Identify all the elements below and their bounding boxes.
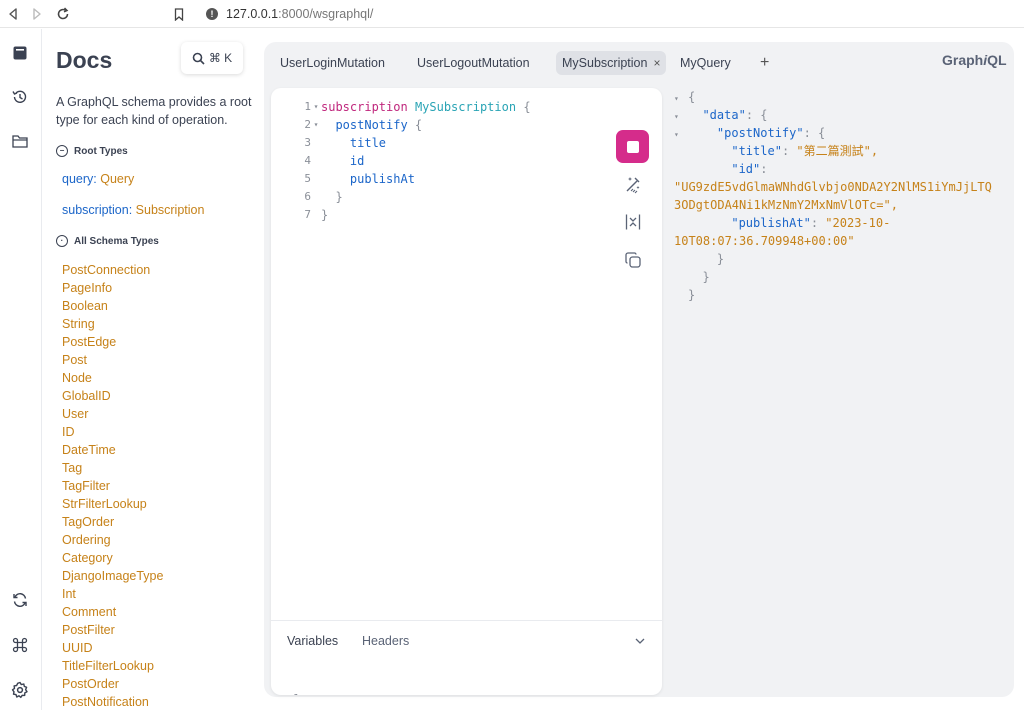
schema-type-link[interactable]: Ordering xyxy=(62,532,163,550)
docs-title: Docs xyxy=(56,47,113,73)
response-value: "第二篇測試", xyxy=(796,144,879,158)
schema-type-link[interactable]: Category xyxy=(62,550,163,568)
url-path: :8000/wsgraphql/ xyxy=(278,7,374,21)
tab-mysubscription[interactable]: MySubscription × xyxy=(556,51,667,75)
docs-explorer-icon[interactable] xyxy=(8,41,32,65)
response-key: "id" xyxy=(731,162,761,176)
tab-bar: UserLoginMutation UserLogoutMutation MyS… xyxy=(264,42,1014,80)
schema-type-link[interactable]: TagFilter xyxy=(62,478,163,496)
selection-field: title xyxy=(349,136,387,150)
editor-divider xyxy=(271,620,662,621)
selection-field: publishAt xyxy=(349,172,415,186)
shortcuts-icon[interactable] xyxy=(8,633,32,657)
root-types-icon: − xyxy=(56,145,68,157)
response-key: "publishAt" xyxy=(731,216,811,230)
response-value: 3ODgtODA4Ni1kMzNmY2MxNmVlOTc=", xyxy=(674,198,898,212)
settings-gear-icon[interactable] xyxy=(8,678,32,702)
response-viewer: ▾{ ▾ "data": { ▾ "postNotify": { "title"… xyxy=(674,90,992,302)
query-code[interactable]: 1 ▾ subscription MySubscription { 2 ▾ postN… xyxy=(289,98,530,224)
schema-type-link[interactable]: User xyxy=(62,406,163,424)
copy-query-icon[interactable] xyxy=(623,250,643,270)
operation-keyword: subscription xyxy=(321,100,408,114)
schema-type-link[interactable]: Node xyxy=(62,370,163,388)
graphiql-logo: GraphiQL xyxy=(942,52,1007,68)
chevron-down-icon[interactable] xyxy=(634,634,646,652)
refetch-schema-icon[interactable] xyxy=(8,588,32,612)
stop-subscription-button[interactable] xyxy=(616,130,649,163)
graphiql-main: UserLoginMutation UserLogoutMutation MyS… xyxy=(264,42,1014,697)
tab-userloginmutation[interactable]: UserLoginMutation xyxy=(274,51,391,75)
schema-type-link[interactable]: PageInfo xyxy=(62,280,163,298)
root-types-heading: − Root Types xyxy=(56,145,128,157)
schema-type-link[interactable]: PostConnection xyxy=(62,262,163,280)
tab-userlogoutmutation[interactable]: UserLogoutMutation xyxy=(411,51,536,75)
variables-line-number: 1 xyxy=(293,692,300,695)
query-editor[interactable]: 1 ▾ subscription MySubscription { 2 ▾ postN… xyxy=(271,88,662,695)
schema-type-link[interactable]: GlobalID xyxy=(62,388,163,406)
schema-type-link[interactable]: String xyxy=(62,316,163,334)
forward-icon[interactable] xyxy=(26,3,48,25)
folder-icon[interactable] xyxy=(8,129,32,153)
all-schema-types-heading: · All Schema Types xyxy=(56,235,159,247)
response-key: "title" xyxy=(731,144,782,158)
bookmark-icon[interactable] xyxy=(168,3,190,25)
reload-icon[interactable] xyxy=(52,3,74,25)
root-type-query[interactable]: query: Query xyxy=(62,172,134,186)
root-field: postNotify xyxy=(335,118,408,132)
schema-type-link[interactable]: TitleFilterLookup xyxy=(62,658,163,676)
add-tab-button[interactable]: + xyxy=(760,51,769,75)
schema-type-link[interactable]: TagOrder xyxy=(62,514,163,532)
merge-fragments-icon[interactable] xyxy=(623,212,643,232)
browser-toolbar: ! 127.0.0.1:8000/wsgraphql/ xyxy=(0,0,1024,28)
schema-type-link[interactable]: Tag xyxy=(62,460,163,478)
stop-icon xyxy=(626,140,639,153)
all-types-icon: · xyxy=(56,235,68,247)
site-info-icon[interactable]: ! xyxy=(206,8,218,20)
schema-type-link[interactable]: PostNotification xyxy=(62,694,163,710)
schema-type-link[interactable]: Boolean xyxy=(62,298,163,316)
response-key: "postNotify" xyxy=(716,126,804,140)
schema-type-list: PostConnection PageInfo Boolean String P… xyxy=(62,262,163,710)
search-shortcut: ⌘ K xyxy=(208,51,233,65)
tab-myquery[interactable]: MyQuery xyxy=(674,51,737,75)
operation-name: MySubscription xyxy=(414,100,517,114)
selection-field: id xyxy=(349,154,365,168)
back-icon[interactable] xyxy=(2,3,24,25)
docs-search-button[interactable]: ⌘ K xyxy=(181,42,243,74)
schema-type-link[interactable]: StrFilterLookup xyxy=(62,496,163,514)
url-host: 127.0.0.1 xyxy=(226,7,279,21)
response-key: "data" xyxy=(702,108,746,122)
schema-type-link[interactable]: PostEdge xyxy=(62,334,163,352)
root-type-subscription[interactable]: subscription: Subscription xyxy=(62,203,204,217)
address-bar[interactable]: ! 127.0.0.1:8000/wsgraphql/ xyxy=(196,3,656,25)
history-icon[interactable] xyxy=(8,85,32,109)
response-value: 10T08:07:36.709948+00:00" xyxy=(674,234,855,248)
schema-type-link[interactable]: ID xyxy=(62,424,163,442)
response-value: "2023-10- xyxy=(825,216,891,230)
schema-type-link[interactable]: UUID xyxy=(62,640,163,658)
schema-type-link[interactable]: DateTime xyxy=(62,442,163,460)
schema-type-link[interactable]: Post xyxy=(62,352,163,370)
variables-tab[interactable]: Variables xyxy=(287,634,338,648)
schema-type-link[interactable]: PostOrder xyxy=(62,676,163,694)
schema-type-link[interactable]: PostFilter xyxy=(62,622,163,640)
headers-tab[interactable]: Headers xyxy=(362,634,409,648)
tab-close-icon[interactable]: × xyxy=(653,56,660,70)
search-icon xyxy=(192,52,205,65)
prettify-icon[interactable] xyxy=(623,174,643,194)
schema-type-link[interactable]: Int xyxy=(62,586,163,604)
docs-description: A GraphQL schema provides a root type fo… xyxy=(56,95,252,127)
response-value: "UG9zdE5vdGlmaWNhdGlvbjo0NDA2Y2NlMS1iYmJ… xyxy=(674,180,992,194)
schema-type-link[interactable]: Comment xyxy=(62,604,163,622)
graphiql-sidebar xyxy=(0,29,42,710)
schema-type-link[interactable]: DjangoImageType xyxy=(62,568,163,586)
docs-panel: Docs ⌘ K A GraphQL schema provides a roo… xyxy=(42,29,254,710)
